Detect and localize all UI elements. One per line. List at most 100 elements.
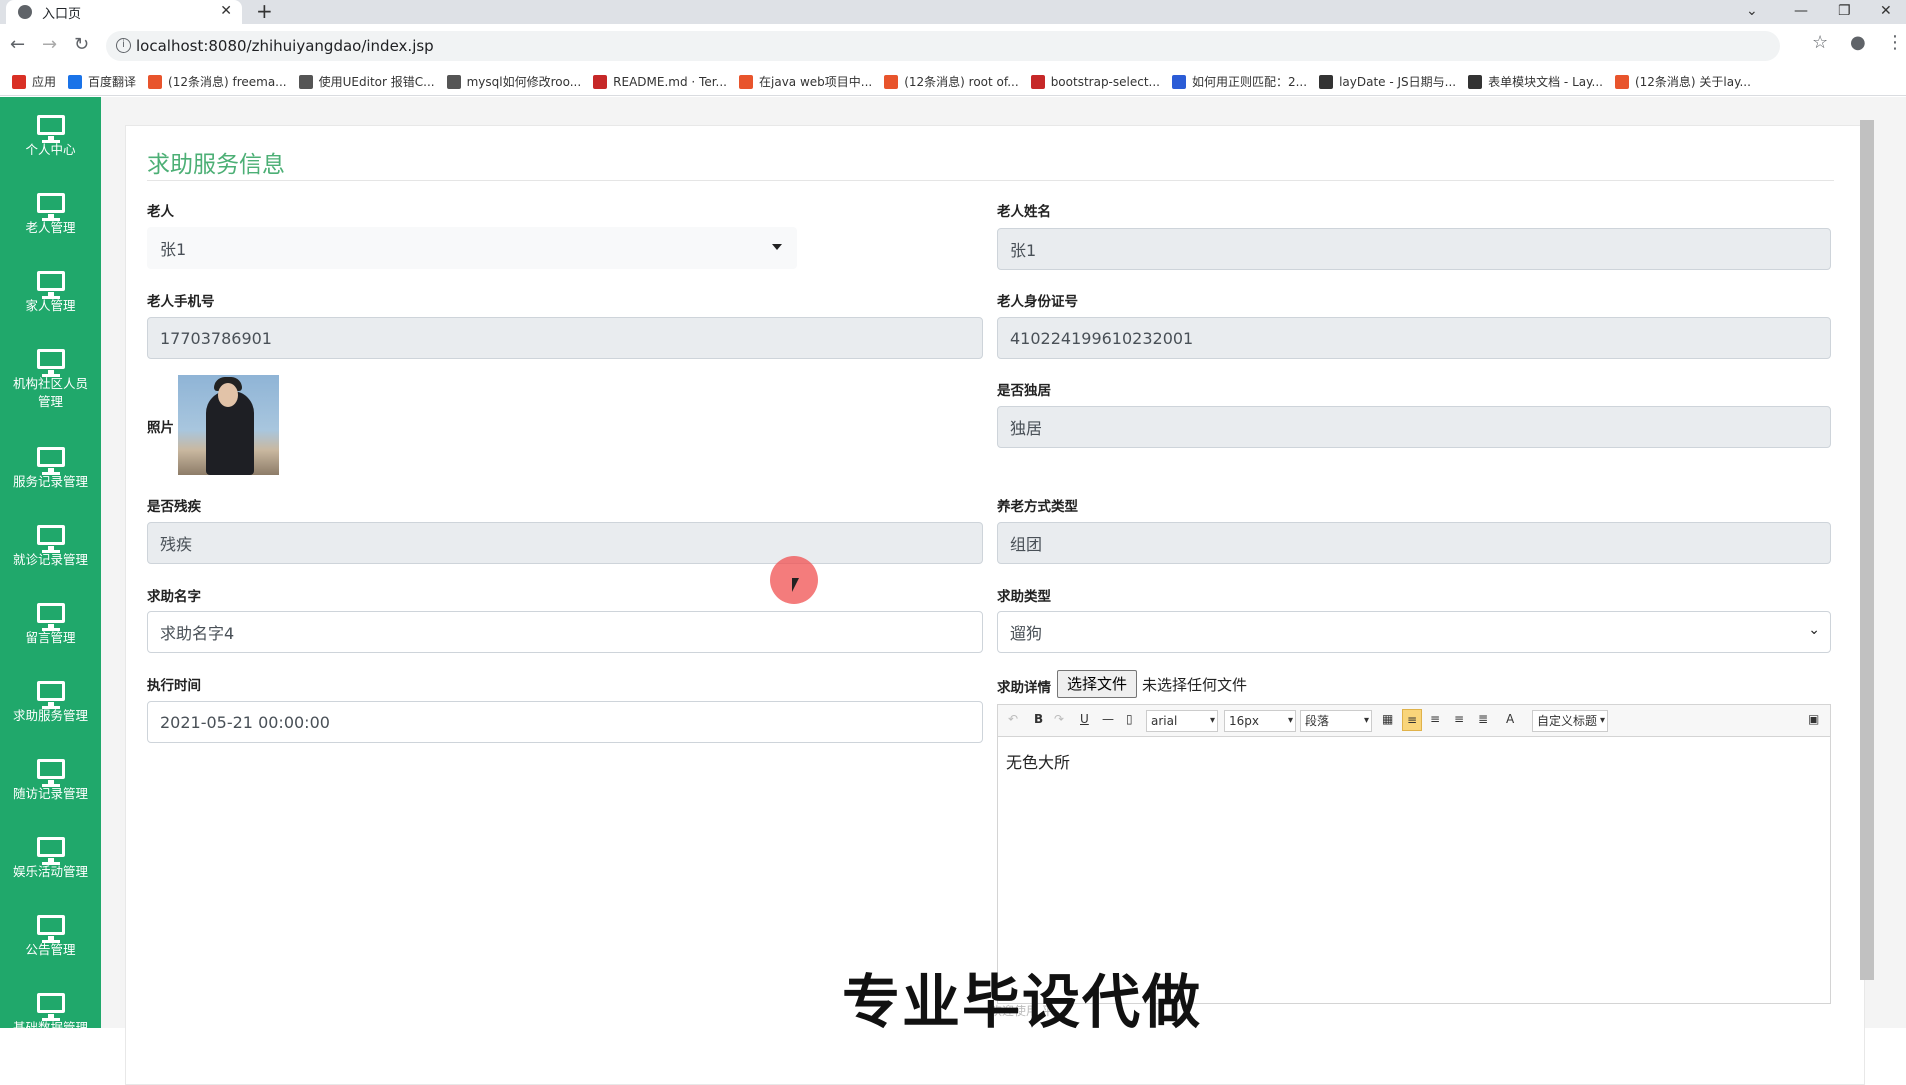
new-tab-button[interactable]: + — [256, 0, 273, 22]
bookmark-favicon-icon — [1614, 74, 1629, 89]
bookmark-item[interactable]: 百度翻译 — [68, 73, 136, 90]
forward-icon[interactable]: → — [42, 34, 57, 55]
align-justify-icon[interactable]: ≣ — [1478, 712, 1488, 726]
phone-field[interactable]: 17703786901 — [147, 317, 983, 359]
bookmark-label: 百度翻译 — [88, 75, 137, 89]
align-center-icon[interactable]: ≡ — [1454, 712, 1464, 726]
disabled-field[interactable]: 残疾 — [147, 522, 983, 564]
align-right-icon[interactable]: ≡ — [1430, 712, 1440, 726]
sidebar-item[interactable]: 机构社区人员管理 — [0, 349, 101, 411]
help-name-input[interactable]: 求助名字4 — [147, 611, 983, 653]
bookmark-item[interactable]: 应用 — [12, 73, 56, 90]
close-tab-icon[interactable]: ✕ — [220, 3, 232, 19]
exec-time-input[interactable]: 2021-05-21 00:00:00 — [147, 701, 983, 743]
care-type-field[interactable]: 组团 — [997, 522, 1831, 564]
sidebar-item[interactable]: 基础数据管理 — [0, 993, 101, 1037]
bookmark-item[interactable]: mysql如何修改roo... — [446, 73, 581, 90]
bookmark-label: 在java web项目中... — [759, 75, 873, 89]
browser-tab[interactable]: 入口页 ✕ — [6, 0, 242, 24]
close-window-button[interactable]: ✕ — [1880, 0, 1892, 22]
sidebar-item-label: 基础数据管理 — [12, 1020, 88, 1035]
disabled-label: 是否残疾 — [147, 499, 201, 515]
custom-title-select[interactable]: 自定义标题 — [1532, 710, 1608, 732]
bold-icon[interactable]: B — [1034, 712, 1043, 726]
elder-label: 老人 — [147, 204, 174, 220]
sidebar-item[interactable]: 娱乐活动管理 — [0, 837, 101, 881]
bookmark-favicon-icon — [739, 74, 753, 89]
help-type-select[interactable]: 遛狗 ⌄ — [997, 611, 1831, 653]
tab-search-icon[interactable]: ⌄ — [1746, 0, 1758, 22]
choose-file-button[interactable]: 选择文件 — [1057, 670, 1137, 698]
care-type-label: 养老方式类型 — [997, 499, 1078, 515]
monitor-icon — [36, 349, 65, 377]
sidebar-item-label: 公告管理 — [25, 942, 76, 957]
sidebar-item[interactable]: 家人管理 — [0, 271, 101, 315]
bookmark-item[interactable]: layDate - JS日期与... — [1319, 73, 1456, 90]
phone-value: 17703786901 — [160, 328, 272, 348]
browser-tab-strip: 入口页 ✕ + ⌄ — ❐ ✕ — [0, 0, 1906, 24]
chevron-down-icon: ⌄ — [1808, 622, 1820, 638]
minimize-button[interactable]: — — [1794, 0, 1808, 22]
font-color-icon[interactable]: A — [1506, 712, 1514, 726]
clear-format-icon[interactable]: ▯ — [1126, 712, 1133, 726]
sidebar-item-label: 服务记录管理 — [12, 474, 88, 489]
photo-label: 照片 — [147, 420, 174, 436]
bookmark-item[interactable]: (12条消息) 关于lay... — [1614, 73, 1751, 90]
table-icon[interactable]: ▦ — [1382, 712, 1393, 726]
horizontal-rule-icon[interactable]: — — [1102, 712, 1114, 726]
monitor-icon — [36, 447, 65, 475]
bookmark-star-icon[interactable]: ☆ — [1812, 32, 1828, 53]
bookmark-label: 如何用正则匹配：2... — [1191, 75, 1308, 89]
elder-select[interactable]: 张1 — [147, 227, 797, 269]
info-icon[interactable]: i — [116, 38, 131, 53]
sidebar-item-label: 娱乐活动管理 — [12, 864, 88, 879]
bookmark-item[interactable]: 表单模块文档 - Lay... — [1468, 73, 1603, 90]
align-left-icon[interactable]: ≡ — [1402, 709, 1422, 731]
paragraph-select[interactable]: 段落 — [1300, 710, 1372, 732]
bookmark-item[interactable]: (12条消息) freema... — [148, 73, 287, 90]
sidebar-item[interactable]: 随访记录管理 — [0, 759, 101, 803]
editor-toolbar: ↶ B ↷ U — ▯ arial 16px 段落 ▦ ≡ ≡ ≡ ≣ A 自定… — [998, 705, 1830, 737]
phone-label: 老人手机号 — [147, 294, 215, 310]
bookmark-item[interactable]: README.md · Ter... — [593, 74, 727, 89]
restore-button[interactable]: ❐ — [1838, 0, 1851, 22]
back-icon[interactable]: ← — [10, 34, 25, 55]
underline-icon[interactable]: U — [1080, 712, 1089, 726]
url-field[interactable]: i localhost:8080/zhihuiyangdao/index.jsp — [106, 31, 1780, 61]
editor-content[interactable]: 无色大所 — [1006, 749, 1070, 773]
bookmark-item[interactable]: 如何用正则匹配：2... — [1171, 73, 1308, 90]
elder-name-field[interactable]: 张1 — [997, 228, 1831, 270]
bookmark-label: bootstrap-select... — [1050, 74, 1160, 89]
sidebar-item[interactable]: 服务记录管理 — [0, 447, 101, 491]
page-scrollbar[interactable] — [1860, 120, 1874, 980]
menu-kebab-icon[interactable]: ⋮ — [1886, 32, 1904, 53]
bookmark-item[interactable]: bootstrap-select... — [1030, 74, 1160, 89]
redo-icon[interactable]: ↷ — [1054, 712, 1064, 726]
address-bar-row: ← → ↻ i localhost:8080/zhihuiyangdao/ind… — [0, 24, 1906, 68]
fullscreen-icon[interactable]: ▣ — [1808, 712, 1819, 726]
sidebar-item[interactable]: 个人中心 — [0, 115, 101, 159]
bookmark-item[interactable]: 在java web项目中... — [739, 73, 872, 90]
caret-down-icon — [772, 244, 782, 250]
bookmark-item[interactable]: 使用UEditor 报错C... — [298, 73, 435, 90]
font-family-select[interactable]: arial — [1146, 710, 1218, 732]
profile-icon[interactable]: ● — [1850, 32, 1866, 53]
apps-grid-icon — [12, 74, 26, 89]
sidebar-item[interactable]: 留言管理 — [0, 603, 101, 647]
sidebar-item[interactable]: 公告管理 — [0, 915, 101, 959]
reload-icon[interactable]: ↻ — [74, 34, 89, 55]
bookmark-favicon-icon — [884, 74, 899, 89]
bookmark-item[interactable]: (12条消息) root of... — [884, 73, 1019, 90]
font-size-select[interactable]: 16px — [1224, 710, 1296, 732]
idcard-field[interactable]: 410224199610232001 — [997, 317, 1831, 359]
bookmark-label: 使用UEditor 报错C... — [318, 75, 435, 89]
sidebar-item-label: 个人中心 — [25, 142, 76, 157]
sidebar-item[interactable]: 就诊记录管理 — [0, 525, 101, 569]
url-text: localhost:8080/zhihuiyangdao/index.jsp — [136, 37, 434, 55]
sidebar-item[interactable]: 求助服务管理 — [0, 681, 101, 725]
monitor-icon — [36, 603, 65, 631]
monitor-icon — [36, 193, 65, 221]
sidebar-item[interactable]: 老人管理 — [0, 193, 101, 237]
alone-field[interactable]: 独居 — [997, 406, 1831, 448]
undo-icon[interactable]: ↶ — [1008, 712, 1018, 726]
